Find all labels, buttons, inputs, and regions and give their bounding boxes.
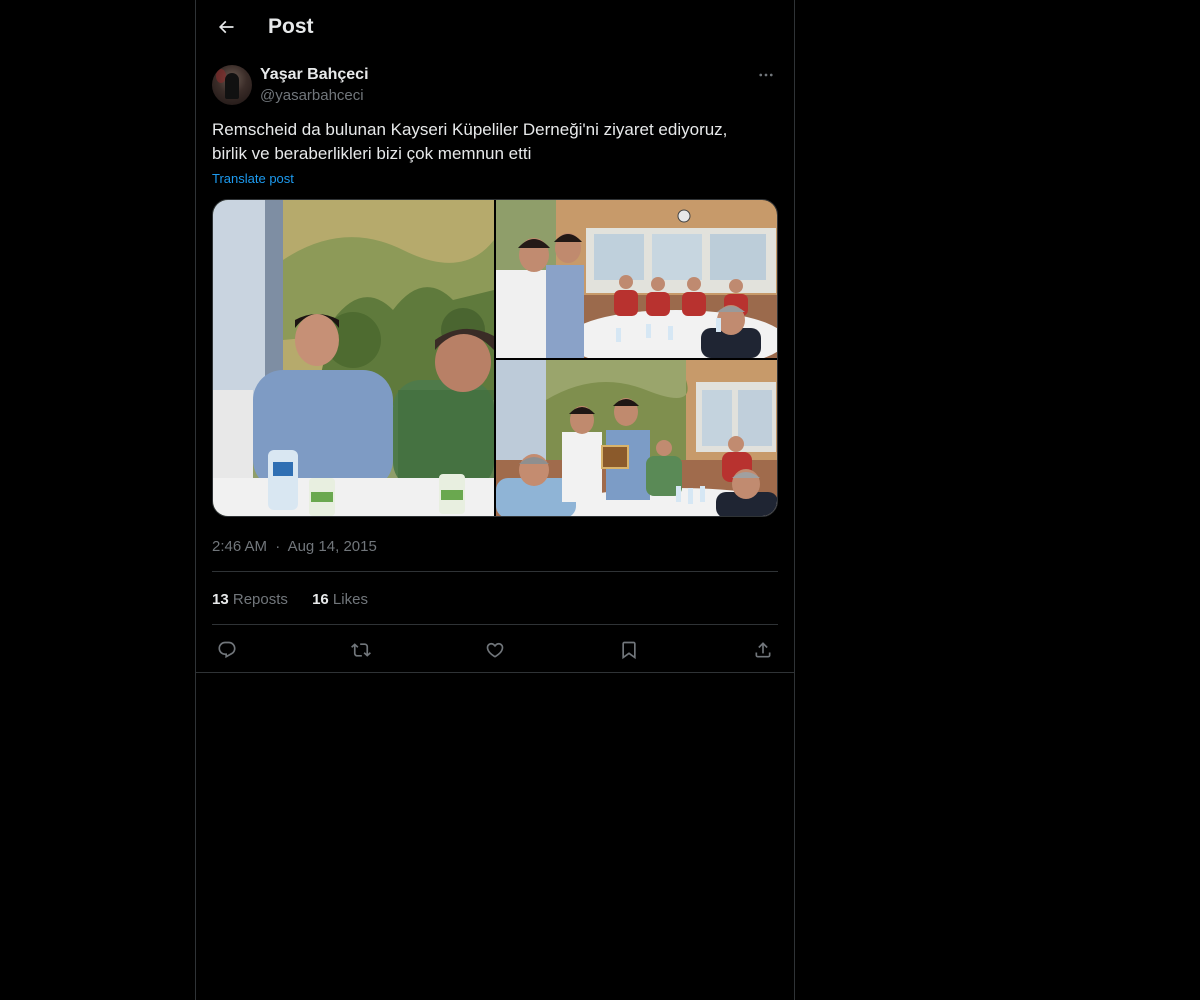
- divider: [212, 571, 778, 572]
- photo-1[interactable]: [213, 200, 494, 516]
- reposts-stat[interactable]: 13 Reposts: [212, 590, 288, 610]
- timestamp-separator: ·: [275, 538, 281, 555]
- post-timestamp: 2:46 AM · Aug 14, 2015: [212, 537, 377, 557]
- author-name[interactable]: Yaşar Bahçeci: [260, 64, 369, 86]
- likes-label: Likes: [332, 591, 368, 608]
- back-button[interactable]: [208, 9, 244, 45]
- photo-3[interactable]: [496, 360, 777, 516]
- post-stats: 13 Reposts 16 Likes: [212, 590, 388, 610]
- page-header: Post: [196, 0, 794, 54]
- share-icon: [755, 642, 771, 658]
- share-button[interactable]: [748, 636, 778, 664]
- like-icon: [486, 642, 504, 658]
- reposts-count: 13: [212, 591, 229, 608]
- post-date[interactable]: Aug 14, 2015: [288, 538, 377, 555]
- reposts-label: Reposts: [232, 591, 288, 608]
- likes-count: 16: [312, 591, 329, 608]
- bookmark-button[interactable]: [614, 636, 644, 664]
- more-button[interactable]: [754, 64, 778, 86]
- post-text: Remscheid da bulunan Kayseri Küpeliler D…: [212, 120, 728, 163]
- media-grid: [212, 199, 778, 517]
- repost-button[interactable]: [346, 636, 376, 664]
- like-button[interactable]: [480, 636, 510, 664]
- reply-button[interactable]: [212, 636, 242, 664]
- post-column: Post Yaşar Bahçeci @yasarbahceci Remsche…: [195, 0, 795, 1000]
- bookmark-icon: [622, 641, 636, 660]
- arrow-left-icon: [218, 20, 234, 34]
- post-actions: [212, 636, 778, 664]
- photo-2[interactable]: [496, 200, 777, 358]
- more-horizontal-icon: [759, 73, 773, 77]
- page-title: Post: [268, 15, 314, 38]
- divider: [196, 672, 794, 673]
- translate-post-link[interactable]: Translate post: [212, 171, 294, 187]
- avatar[interactable]: [212, 65, 252, 105]
- repost-icon: [351, 643, 371, 657]
- reply-icon: [218, 641, 236, 659]
- divider: [212, 624, 778, 625]
- author-handle[interactable]: @yasarbahceci: [260, 85, 364, 107]
- likes-stat[interactable]: 16 Likes: [312, 590, 368, 610]
- post-time[interactable]: 2:46 AM: [212, 538, 267, 555]
